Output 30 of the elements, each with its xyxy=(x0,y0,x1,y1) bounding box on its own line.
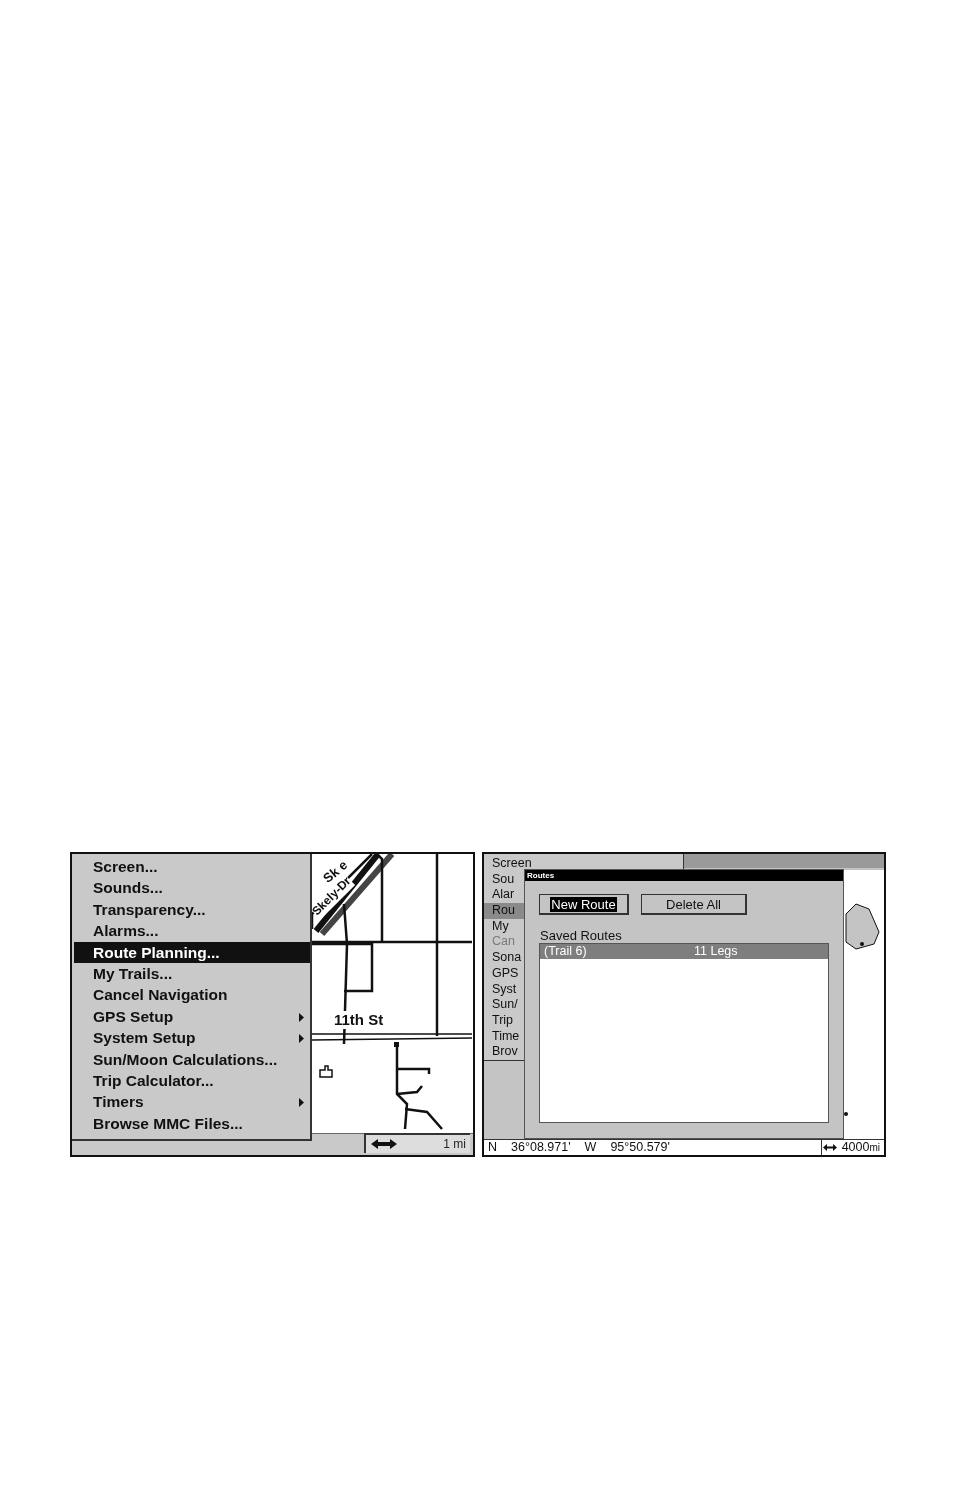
list-label: Saved Routes xyxy=(540,928,623,943)
unit-text: mi xyxy=(869,1141,880,1155)
menu-item[interactable]: Screen... xyxy=(72,856,310,878)
dialog-title: Routes xyxy=(525,870,843,881)
menu-item[interactable]: Cancel Navigation xyxy=(72,984,310,1006)
menu-item[interactable]: System Setup xyxy=(72,1027,310,1049)
longitude-text: 95°50.579' xyxy=(610,1140,670,1155)
scale-text: 4000 xyxy=(841,1140,870,1155)
building-icon xyxy=(319,1065,333,1078)
dialog-button[interactable]: New Route xyxy=(539,894,629,915)
horizontal-arrow-icon xyxy=(370,1138,398,1150)
menu-item[interactable]: Browse MMC Files... xyxy=(72,1112,310,1135)
menu-item[interactable]: My Trails... xyxy=(72,962,310,985)
scale-text: 1 mi xyxy=(443,1136,466,1153)
hemisphere-text: N xyxy=(487,1140,498,1155)
street-label: 11th St xyxy=(334,1011,384,1029)
latitude-text: 36°08.971' xyxy=(511,1140,571,1155)
menu-item[interactable]: Route Planning... xyxy=(74,941,310,963)
hemisphere-text: W xyxy=(584,1140,597,1155)
dialog-button[interactable]: Delete All xyxy=(641,894,747,915)
menu-item[interactable]: GPS Setup xyxy=(72,1005,310,1028)
route-row[interactable]: (Trail 6) 11 Legs xyxy=(540,944,828,959)
menu-item[interactable]: Sounds... xyxy=(72,877,310,899)
menu-item[interactable]: Screen xyxy=(484,856,683,872)
menu-item[interactable]: Trip Calculator... xyxy=(72,1069,310,1092)
menu-item[interactable]: Sun/Moon Calculations... xyxy=(72,1048,310,1070)
menu-item[interactable]: Alarms... xyxy=(72,920,310,942)
horizontal-arrow-icon xyxy=(821,1143,838,1152)
menu-item[interactable]: Transparency... xyxy=(72,898,310,921)
menu-item[interactable]: Timers xyxy=(72,1091,310,1113)
